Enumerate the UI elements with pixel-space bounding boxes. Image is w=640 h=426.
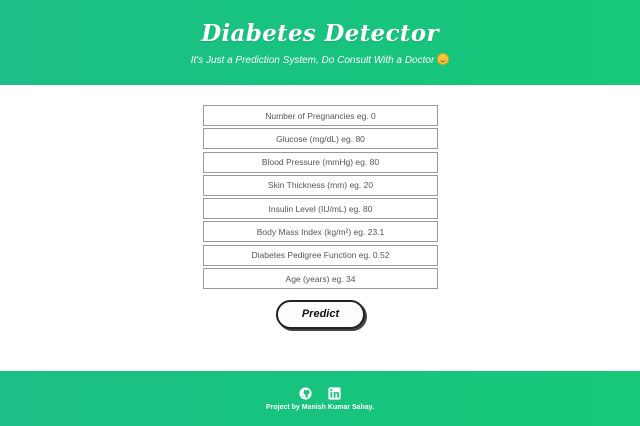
social-links (0, 387, 640, 401)
linkedin-icon[interactable] (328, 387, 341, 400)
footer: Project by Manish Kumar Sahay. (0, 371, 640, 426)
pregnancies-input[interactable] (203, 105, 438, 126)
pedigree-function-input[interactable] (203, 244, 438, 266)
prediction-form (203, 105, 438, 291)
header: Diabetes Detector It's Just a Prediction… (0, 0, 640, 85)
page-subtitle: It's Just a Prediction System, Do Consul… (0, 53, 640, 66)
blood-pressure-input[interactable] (203, 151, 438, 173)
bmi-input[interactable] (203, 221, 438, 243)
github-icon[interactable] (299, 387, 312, 400)
skin-thickness-input[interactable] (203, 174, 438, 196)
glucose-input[interactable] (203, 128, 438, 150)
age-input[interactable] (203, 268, 438, 290)
page-title: Diabetes Detector (201, 20, 439, 47)
subtitle-text: It's Just a Prediction System, Do Consul… (190, 55, 435, 66)
insulin-input[interactable] (203, 198, 438, 220)
smile-emoji-icon (437, 53, 450, 65)
predict-button[interactable]: Predict (276, 300, 365, 329)
footer-credit: Project by Manish Kumar Sahay. (265, 404, 374, 411)
page: Diabetes Detector It's Just a Prediction… (0, 0, 640, 426)
